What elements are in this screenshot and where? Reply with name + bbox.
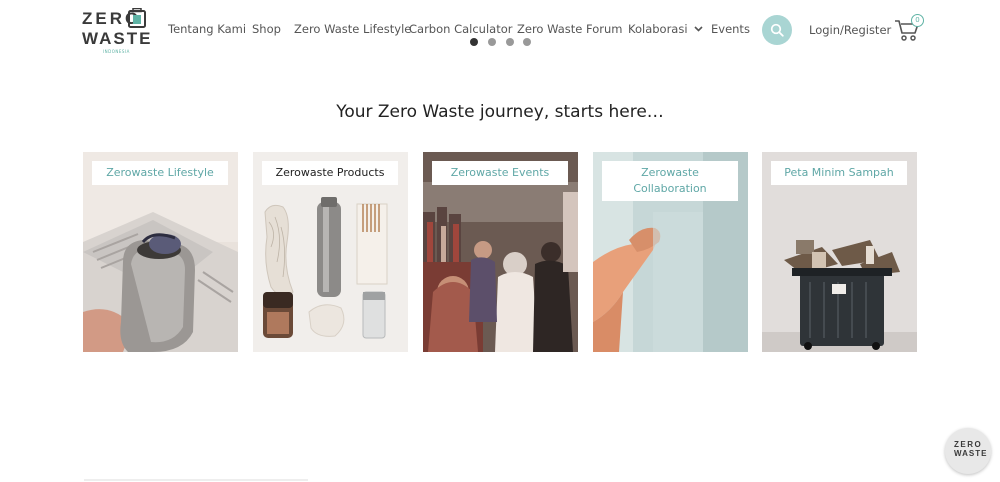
floating-logo-button[interactable]: ZERO WASTE xyxy=(945,428,991,474)
hero-tagline: Your Zero Waste journey, starts here… xyxy=(336,102,664,122)
carousel-dot-2[interactable] xyxy=(488,38,496,46)
card-label: Zerowaste Products xyxy=(262,161,398,185)
search-button[interactable] xyxy=(762,15,792,45)
chevron-down-icon xyxy=(693,26,703,32)
card-zerowaste-events[interactable]: Zerowaste Events xyxy=(423,152,578,352)
brand-logo[interactable]: ZERO WASTE INDONESIA xyxy=(82,8,150,54)
floating-logo-line-zero: ZERO xyxy=(954,440,983,449)
nav-events[interactable]: Events xyxy=(711,22,750,36)
cart-count-badge: 0 xyxy=(911,14,924,27)
section-divider xyxy=(84,479,308,481)
carousel-dot-3[interactable] xyxy=(506,38,514,46)
card-label: Zerowaste Lifestyle xyxy=(92,161,228,185)
nav-zero-waste-lifestyle[interactable]: Zero Waste Lifestyle xyxy=(294,22,411,36)
nav-kolaborasi[interactable]: Kolaborasi xyxy=(628,22,703,36)
logo-line-waste: WASTE xyxy=(82,29,153,48)
floating-logo-line-waste: WASTE xyxy=(954,449,988,458)
nav-kolaborasi-label: Kolaborasi xyxy=(628,22,688,36)
login-register-link[interactable]: Login/Register xyxy=(809,23,891,37)
card-peta-minim-sampah[interactable]: Peta Minim Sampah xyxy=(762,152,917,352)
carousel-dot-1[interactable] xyxy=(470,38,478,46)
card-zerowaste-collaboration[interactable]: Zerowaste Collaboration xyxy=(593,152,748,352)
nav-tentang-kami[interactable]: Tentang Kami xyxy=(168,22,246,36)
card-zerowaste-lifestyle[interactable]: Zerowaste Lifestyle xyxy=(83,152,238,352)
card-label: Peta Minim Sampah xyxy=(771,161,907,185)
trash-bin-icon xyxy=(128,8,146,28)
logo-subtitle: INDONESIA xyxy=(103,49,130,54)
nav-zero-waste-forum[interactable]: Zero Waste Forum xyxy=(517,22,623,36)
nav-shop[interactable]: Shop xyxy=(252,22,281,36)
search-icon xyxy=(770,23,784,37)
card-zerowaste-products[interactable]: Zerowaste Products xyxy=(253,152,408,352)
card-label: Zerowaste Events xyxy=(432,161,568,185)
card-label: Zerowaste Collaboration xyxy=(602,161,738,201)
nav-carbon-calculator[interactable]: Carbon Calculator xyxy=(409,22,512,36)
carousel-dot-4[interactable] xyxy=(523,38,531,46)
